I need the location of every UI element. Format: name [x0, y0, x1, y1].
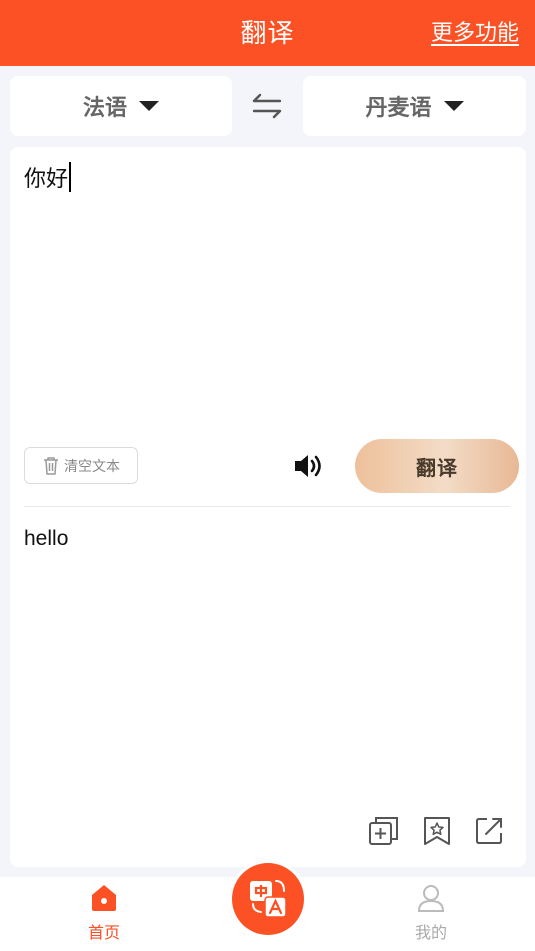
target-language-selector[interactable]: 丹麦语 — [303, 76, 526, 136]
user-icon — [417, 885, 445, 912]
translate-button[interactable]: 翻译 — [355, 439, 519, 493]
share-icon[interactable] — [473, 815, 505, 847]
source-text: 你好 — [24, 166, 69, 191]
app-header: 翻译 更多功能 — [0, 0, 535, 66]
tab-mine-label: 我的 — [414, 925, 447, 942]
trash-icon — [44, 456, 58, 475]
speaker-icon[interactable] — [292, 450, 324, 482]
chevron-down-icon — [443, 101, 464, 111]
translation-card: 你好 清空文本 翻译 hello — [10, 147, 526, 867]
clear-text-button[interactable]: 清空文本 — [24, 447, 138, 484]
source-text-input[interactable]: 你好 — [24, 161, 72, 193]
copy-icon[interactable] — [368, 815, 400, 847]
tab-home-label: 首页 — [87, 925, 120, 942]
chevron-down-icon — [139, 101, 159, 111]
divider — [24, 506, 510, 507]
translate-icon — [250, 880, 287, 918]
center-translate-button[interactable] — [229, 860, 307, 938]
clear-text-label: 清空文本 — [64, 457, 120, 474]
tab-home[interactable]: 首页 — [44, 877, 164, 951]
target-language-label: 丹麦语 — [365, 95, 432, 120]
translation-result: hello — [24, 527, 69, 550]
home-icon — [92, 885, 116, 911]
more-features-link[interactable]: 更多功能 — [431, 0, 519, 66]
swap-icon[interactable] — [250, 88, 284, 124]
source-language-label: 法语 — [82, 95, 127, 120]
source-language-selector[interactable]: 法语 — [10, 76, 232, 136]
text-cursor — [69, 162, 72, 192]
bookmark-icon[interactable] — [421, 815, 453, 847]
tab-mine[interactable]: 我的 — [371, 877, 491, 951]
